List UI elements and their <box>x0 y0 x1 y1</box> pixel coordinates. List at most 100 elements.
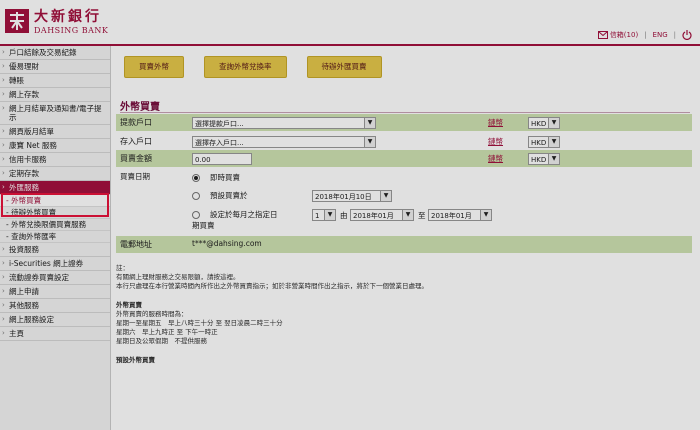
radio-button[interactable] <box>192 211 200 219</box>
amount-currency-select[interactable]: HKD ▼ <box>528 153 560 165</box>
sidebar-item-account-balance[interactable]: › 戶口結餘及交易紀錄 <box>0 46 110 60</box>
note-item: 本行只處理在本行營業時間內所作出之外幣買賣指示；如於非營業時間作出之指示，將於下… <box>116 282 428 290</box>
pending-fx-button[interactable]: 待辦外匯買賣 <box>306 56 382 78</box>
sidebar-item-mobile-securities[interactable]: › 流動證券買賣設定 <box>0 271 110 285</box>
sidebar-subitem-fx-rates[interactable]: - 查詢外幣匯率 <box>0 231 110 243</box>
chevron-down-icon: ▼ <box>548 137 559 147</box>
radio-label: 預設買賣於 <box>210 191 248 200</box>
trade-date-label: 買賣日期 <box>120 172 150 181</box>
chevron-right-icon: › <box>2 127 5 135</box>
fx-rate-button[interactable]: 查詢外幣兌換率 <box>204 56 287 78</box>
chevron-right-icon: › <box>2 183 5 191</box>
scheduled-date-select[interactable]: 2018年01月10日 ▼ <box>312 190 392 202</box>
sidebar-item-label: i-Securities 網上證券 <box>9 259 84 268</box>
email-label: 電郵地址 <box>120 240 152 249</box>
sidebar-item-i-securities[interactable]: › i-Securities 網上證券 <box>0 257 110 271</box>
sidebar-item-label: 網上服務設定 <box>9 315 54 324</box>
sidebar-item-net-service[interactable]: › 康寶 Net 服務 <box>0 139 110 153</box>
email-row: 電郵地址 t***@dahsing.com <box>116 236 692 253</box>
note-item: 外幣買賣的服務時間為： <box>116 310 188 318</box>
chevron-down-icon: ▼ <box>548 154 559 164</box>
from-month-select[interactable]: 2018年01月 ▼ <box>350 209 414 221</box>
radio-button[interactable] <box>192 174 200 182</box>
radio-scheduled[interactable]: 預設買賣於 <box>192 190 248 201</box>
select-value: 2018年01月 <box>431 212 472 220</box>
separator: | <box>673 31 676 39</box>
mailbox-label: 信箱(10) <box>609 31 639 39</box>
note-item: 有關網上理財服務之交易限額，請按這裡。 <box>116 273 240 281</box>
credit-currency-link[interactable]: 鏈幣 <box>488 136 503 147</box>
select-value: HKD <box>531 156 547 164</box>
brand-name-cn: 大新銀行 <box>34 9 102 25</box>
notes-title: 註： <box>116 264 129 272</box>
select-value: 2018年01月10日 <box>315 193 372 201</box>
chevron-right-icon: › <box>2 76 5 84</box>
envelope-icon <box>597 31 608 39</box>
sidebar-item-label: 康寶 Net 服務 <box>9 141 57 150</box>
chevron-down-icon: ▼ <box>380 191 391 201</box>
email-value: t***@dahsing.com <box>192 239 262 248</box>
amount-currency-link[interactable]: 鏈幣 <box>488 153 503 164</box>
action-buttons: 買賣外幣 查詢外幣兌換率 待辦外匯買賣 <box>124 56 382 78</box>
sidebar-item-other-services[interactable]: › 其他服務 <box>0 299 110 313</box>
chevron-right-icon: › <box>2 245 5 253</box>
to-month-select[interactable]: 2018年01月 ▼ <box>428 209 492 221</box>
sidebar-subitem-fx-limit-order[interactable]: - 外幣兌換限價買賣服務 <box>0 219 110 231</box>
radio-label: 設定於每月之指定日期買賣 <box>192 210 278 230</box>
sidebar-item-label: 外匯服務 <box>9 183 39 192</box>
chevron-down-icon: ▼ <box>480 210 491 220</box>
chevron-right-icon: › <box>2 329 5 337</box>
sidebar-item-web-statement[interactable]: › 網頁版月結單 <box>0 125 110 139</box>
notes-section: 註： 有關網上理財服務之交易限額，請按這裡。 本行只處理在本行營業時間內所作出之… <box>116 264 692 365</box>
logout-icon[interactable] <box>682 30 692 40</box>
radio-monthly[interactable]: 設定於每月之指定日期買賣 <box>192 209 282 231</box>
chevron-right-icon: › <box>2 155 5 163</box>
note-item: 星期六 早上九時正 至 下午一時正 <box>116 328 218 336</box>
debit-currency-select[interactable]: HKD ▼ <box>528 117 560 129</box>
sidebar-item-investment[interactable]: › 投資服務 <box>0 243 110 257</box>
amount-input[interactable]: 0.00 <box>192 153 252 165</box>
sidebar-item-settings[interactable]: › 網上服務設定 <box>0 313 110 327</box>
sidebar-item-online-apply[interactable]: › 網上申請 <box>0 285 110 299</box>
radio-button[interactable] <box>192 192 200 200</box>
bank-logo[interactable]: 大新銀行 DAHSING BANK <box>4 6 134 40</box>
chevron-right-icon: › <box>2 259 5 267</box>
main-content: 買賣外幣 查詢外幣兌換率 待辦外匯買賣 外幣買賣 提款戶口 選擇提款戶口... ▼… <box>112 46 700 430</box>
debit-account-select[interactable]: 選擇提款戶口... ▼ <box>192 117 376 129</box>
header: 大新銀行 DAHSING BANK 信箱(10) | ENG | <box>0 0 700 44</box>
credit-account-label: 存入戶口 <box>120 137 152 146</box>
select-value: 2018年01月 <box>353 212 394 220</box>
sidebar-item-wealth[interactable]: › 優易理財 <box>0 60 110 74</box>
monthly-day-select[interactable]: 1 ▼ <box>312 209 336 221</box>
fx-trade-button[interactable]: 買賣外幣 <box>124 56 184 78</box>
sidebar-item-home[interactable]: › 主頁 <box>0 327 110 341</box>
chevron-right-icon: › <box>2 273 5 281</box>
debit-account-row: 提款戶口 選擇提款戶口... ▼ 鏈幣 HKD ▼ <box>116 114 692 131</box>
select-value: 1 <box>315 212 320 220</box>
mailbox-link[interactable]: 信箱(10) <box>597 30 639 40</box>
radio-immediate[interactable]: 即時買賣 <box>192 172 240 183</box>
sidebar-item-transfer[interactable]: › 轉賬 <box>0 74 110 88</box>
sidebar-item-estatement[interactable]: › 網上月結單及通知書/電子提示 <box>0 102 110 125</box>
credit-account-row: 存入戶口 選擇存入戶口... ▼ 鏈幣 HKD ▼ <box>116 133 692 150</box>
sidebar-item-online-deposit[interactable]: › 網上存款 <box>0 88 110 102</box>
select-value: 選擇提款戶口... <box>195 120 244 128</box>
lang-eng-link[interactable]: ENG <box>653 31 668 39</box>
amount-label: 買賣金額 <box>120 154 152 163</box>
brand-name-en: DAHSING BANK <box>34 26 109 35</box>
sidebar-item-label: 戶口結餘及交易紀錄 <box>9 48 77 57</box>
sidebar-item-label: 轉賬 <box>9 76 24 85</box>
chevron-right-icon: › <box>2 62 5 70</box>
sidebar-item-label: 優易理財 <box>9 62 39 71</box>
sidebar-item-time-deposit[interactable]: › 定期存款 <box>0 167 110 181</box>
from-label: 由 <box>340 211 348 220</box>
sidebar-item-label: 網頁版月結單 <box>9 127 54 136</box>
sidebar-item-label: 網上申請 <box>9 287 39 296</box>
credit-currency-select[interactable]: HKD ▼ <box>528 136 560 148</box>
debit-currency-link[interactable]: 鏈幣 <box>488 117 503 128</box>
sidebar-item-credit-card[interactable]: › 信用卡服務 <box>0 153 110 167</box>
debit-account-label: 提款戶口 <box>120 118 152 127</box>
credit-account-select[interactable]: 選擇存入戶口... ▼ <box>192 136 376 148</box>
page-title: 外幣買賣 <box>120 102 160 113</box>
select-value: HKD <box>531 139 547 147</box>
